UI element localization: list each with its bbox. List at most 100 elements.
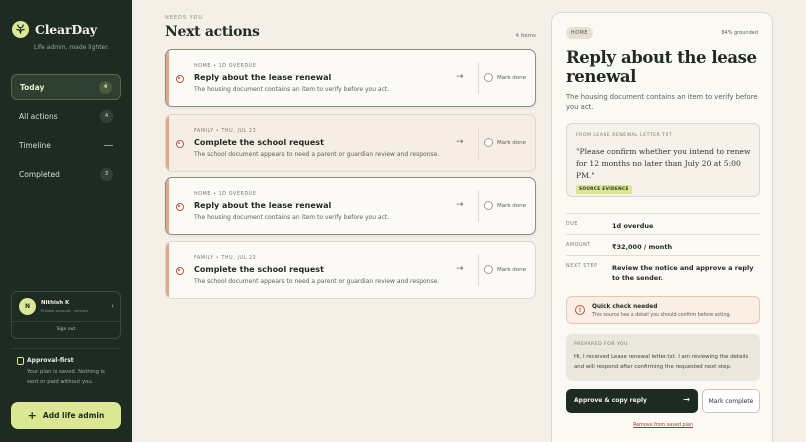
divider	[478, 62, 479, 94]
priority-dot-icon	[176, 140, 184, 148]
brand-tagline: Life admin, made lighter.	[34, 44, 110, 51]
mark-done-label: Mark done	[497, 266, 527, 273]
card-title: Complete the school request	[194, 265, 324, 274]
action-card[interactable]: FAMILY • THU, JUL 23 Complete the school…	[165, 114, 536, 172]
sidebar: ClearDay Life admin, made lighter. Today…	[0, 0, 132, 442]
action-card[interactable]: HOME • 1D OVERDUE Reply about the lease …	[165, 177, 536, 235]
amount-value: ₹32,000 / month	[612, 243, 673, 251]
section-kicker: NEEDS YOU	[165, 15, 204, 21]
divider	[478, 190, 479, 222]
priority-dot-icon	[176, 203, 184, 211]
arrow-right-icon[interactable]: →	[456, 137, 464, 147]
grounded-score: 84% grounded	[721, 30, 758, 36]
card-meta: HOME • 1D OVERDUE	[194, 64, 257, 69]
sidebar-item-count: 4	[99, 80, 112, 94]
prepared-reply: PREPARED FOR YOU Hi, I received Lease re…	[566, 334, 760, 381]
detail-title: Reply about the lease renewal	[566, 48, 757, 86]
evidence-quote: "Please confirm whether you intend to re…	[576, 147, 751, 180]
add-life-admin-button[interactable]: + Add life admin	[11, 402, 121, 429]
next-step-row: NEXT STEP Review the notice and approve …	[566, 255, 760, 288]
checkbox-circle-icon	[484, 265, 493, 274]
card-meta: FAMILY • THU, JUL 23	[194, 256, 257, 261]
next-step-value: Review the notice and approve a reply to…	[612, 264, 754, 282]
card-description: The school document appears to need a pa…	[194, 151, 440, 158]
brand-logo[interactable]: ClearDay	[12, 21, 97, 38]
source-evidence-card: FROM LEASE RENEWAL LETTER.TXT "Please co…	[566, 123, 760, 197]
card-title: Reply about the lease renewal	[194, 73, 332, 82]
sidebar-nav: Today 4 All actions 4 Timeline Completed…	[11, 74, 121, 190]
alert-title: Quick check needed	[592, 304, 658, 310]
next-step-label: NEXT STEP	[566, 264, 598, 269]
approval-description: Your plan is saved. Nothing is sent or p…	[27, 369, 105, 385]
approval-note: Approval-first Your plan is saved. Nothi…	[17, 357, 117, 387]
sidebar-item-label: Timeline	[19, 140, 51, 150]
sidebar-item-label: All actions	[19, 111, 58, 121]
prepared-reply-text: Hi, I received Lease renewal letter.txt.…	[574, 354, 749, 370]
sidebar-item-completed[interactable]: Completed 3	[11, 161, 121, 187]
alert-description: This source has a detail you should conf…	[592, 313, 732, 318]
card-title: Reply about the lease renewal	[194, 201, 332, 210]
priority-dot-icon	[176, 75, 184, 83]
approve-label: Approve & copy reply	[574, 397, 647, 404]
prepared-label: PREPARED FOR YOU	[574, 342, 629, 347]
sidebar-item-all-actions[interactable]: All actions 4	[11, 103, 121, 129]
arrow-right-icon[interactable]: →	[456, 264, 464, 274]
user-name: Nithish K	[41, 300, 70, 306]
sidebar-item-empty-dash	[104, 144, 113, 146]
mark-done-checkbox[interactable]: Mark done	[484, 73, 526, 82]
divider	[478, 127, 479, 159]
mark-complete-button[interactable]: Mark complete	[702, 389, 760, 413]
checkbox-circle-icon	[484, 73, 493, 82]
plus-icon: +	[27, 409, 37, 422]
sidebar-item-today[interactable]: Today 4	[11, 74, 121, 100]
card-description: The housing document contains an item to…	[194, 86, 390, 93]
approval-title: Approval-first	[17, 357, 117, 365]
due-value: 1d overdue	[612, 222, 654, 230]
items-count: 4 items	[515, 33, 536, 39]
divider	[478, 254, 479, 286]
chevron-right-icon: ›	[111, 302, 114, 310]
leaf-icon	[12, 21, 29, 38]
sidebar-item-label: Completed	[19, 169, 60, 179]
checkbox-circle-icon	[484, 138, 493, 147]
evidence-source-label: FROM LEASE RENEWAL LETTER.TXT	[576, 133, 673, 138]
mark-done-checkbox[interactable]: Mark done	[484, 138, 526, 147]
sidebar-item-timeline[interactable]: Timeline	[11, 132, 121, 158]
sidebar-item-count: 3	[100, 167, 113, 181]
mark-done-label: Mark done	[497, 74, 527, 81]
category-badge: HOME	[566, 27, 593, 39]
card-title: Complete the school request	[194, 138, 324, 147]
card-description: The housing document contains an item to…	[194, 214, 390, 221]
card-meta: HOME • 1D OVERDUE	[194, 192, 257, 197]
add-life-admin-label: Add life admin	[42, 411, 105, 420]
remove-from-plan-link[interactable]: Remove from saved plan	[566, 423, 760, 428]
arrow-right-icon[interactable]: →	[456, 200, 464, 210]
mark-done-checkbox[interactable]: Mark done	[484, 265, 526, 274]
due-label: DUE	[566, 222, 579, 227]
sidebar-item-count: 4	[100, 109, 113, 123]
sidebar-item-label: Today	[20, 82, 45, 92]
action-card[interactable]: FAMILY • THU, JUL 23 Complete the school…	[165, 241, 536, 299]
priority-dot-icon	[176, 267, 184, 275]
mark-done-label: Mark done	[497, 139, 527, 146]
user-account-status: Private account · synced	[41, 308, 88, 313]
approve-copy-reply-button[interactable]: Approve & copy reply →	[566, 389, 698, 413]
mark-done-checkbox[interactable]: Mark done	[484, 201, 526, 210]
page-title: Next actions	[165, 24, 260, 40]
source-evidence-badge: SOURCE EVIDENCE	[576, 185, 632, 194]
sign-out-link[interactable]: Sign out	[12, 327, 120, 332]
divider	[12, 321, 120, 322]
amount-row: AMOUNT ₹32,000 / month	[566, 234, 760, 255]
arrow-right-icon[interactable]: →	[456, 72, 464, 82]
user-card[interactable]: N Nithish K Private account · synced › S…	[11, 291, 121, 339]
action-card[interactable]: HOME • 1D OVERDUE Reply about the lease …	[165, 49, 536, 107]
checkbox-circle-icon	[484, 201, 493, 210]
due-row: DUE 1d overdue	[566, 213, 760, 234]
quick-check-alert: ! Quick check needed This source has a d…	[566, 296, 760, 324]
card-description: The school document appears to need a pa…	[194, 278, 440, 285]
detail-subtitle: The housing document contains an item to…	[566, 93, 758, 111]
card-meta: FAMILY • THU, JUL 23	[194, 129, 257, 134]
detail-panel: HOME 84% grounded Reply about the lease …	[551, 12, 773, 442]
mark-done-label: Mark done	[497, 202, 527, 209]
arrow-right-icon: →	[683, 395, 690, 404]
